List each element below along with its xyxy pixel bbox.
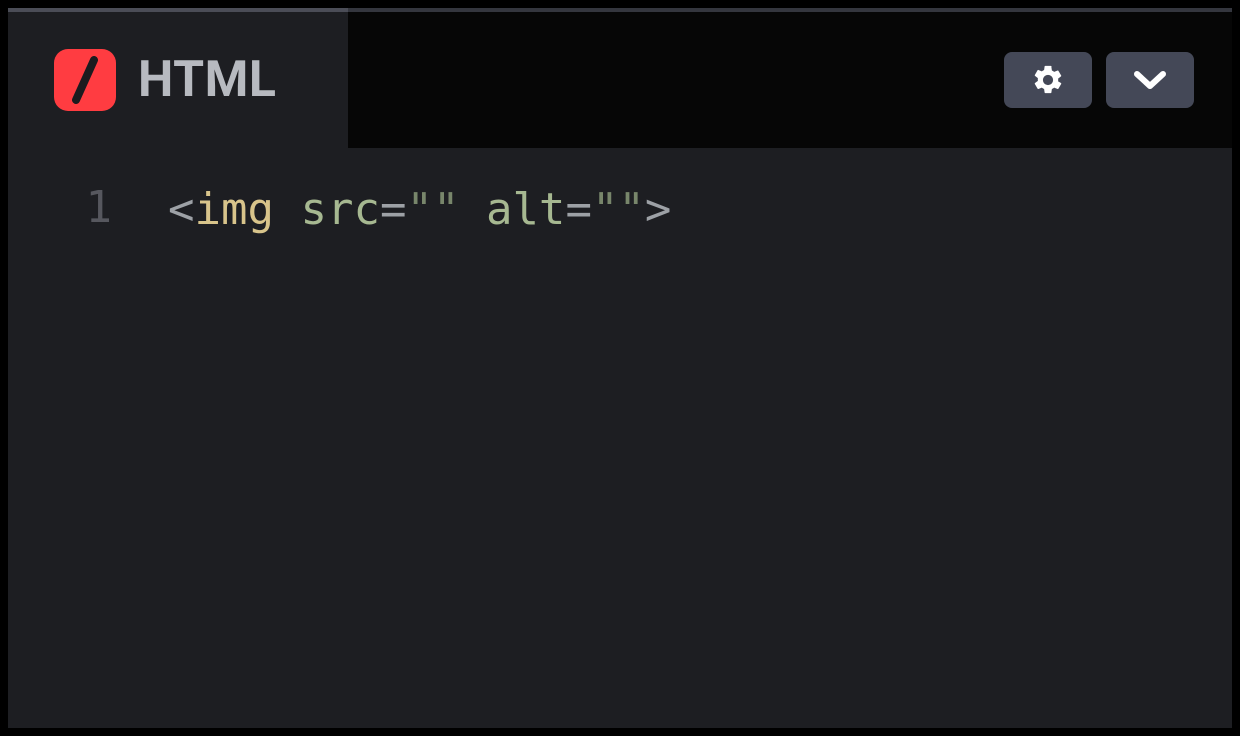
- editor-panel: HTML 1 <img src="" alt="">: [8, 8, 1232, 728]
- code-token: =: [565, 184, 592, 235]
- code-line[interactable]: <img src="" alt="">: [168, 182, 1232, 237]
- panel-header: HTML: [8, 12, 1232, 148]
- code-token: src: [300, 184, 379, 235]
- gear-icon: [1031, 63, 1065, 97]
- code-token: [459, 184, 486, 235]
- code-token: "": [406, 184, 459, 235]
- collapse-button[interactable]: [1106, 52, 1194, 108]
- header-actions: [1004, 12, 1232, 148]
- code-content[interactable]: <img src="" alt="">: [168, 176, 1232, 728]
- code-token: <: [168, 184, 195, 235]
- code-token: =: [380, 184, 407, 235]
- code-token: img: [195, 184, 274, 235]
- line-number: 1: [8, 182, 112, 233]
- settings-button[interactable]: [1004, 52, 1092, 108]
- code-editor[interactable]: 1 <img src="" alt="">: [8, 148, 1232, 728]
- tab-title: HTML: [138, 51, 276, 109]
- code-token: [274, 184, 301, 235]
- code-token: "": [592, 184, 645, 235]
- tab-html[interactable]: HTML: [8, 12, 348, 148]
- line-number-gutter: 1: [8, 176, 168, 728]
- chevron-down-icon: [1131, 68, 1169, 92]
- code-token: alt: [486, 184, 565, 235]
- code-token: >: [645, 184, 672, 235]
- html-logo-icon: [54, 49, 116, 111]
- header-spacer: [348, 12, 1004, 148]
